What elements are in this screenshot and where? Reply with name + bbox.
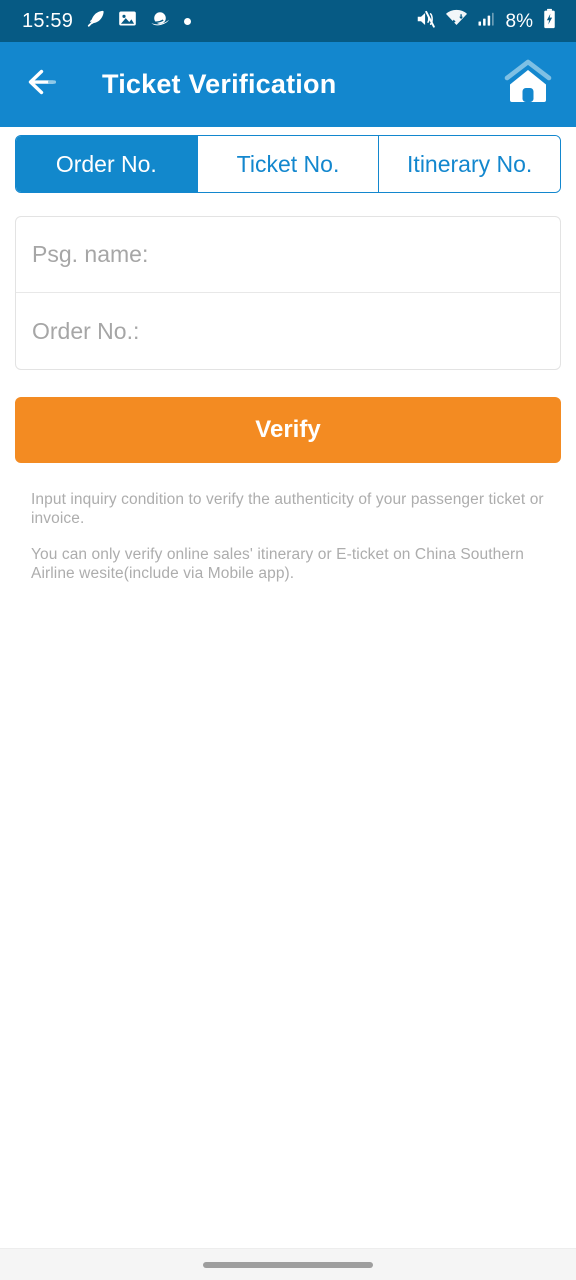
status-bar: 15:59 8%: [0, 0, 576, 42]
wifi-icon: [445, 7, 468, 35]
note-inquiry-condition: Input inquiry condition to verify the au…: [31, 491, 544, 527]
volume-mute-icon: [415, 8, 437, 35]
page-title: Ticket Verification: [102, 69, 337, 99]
back-button[interactable]: [26, 64, 68, 106]
planet-icon: [149, 8, 171, 35]
order-no-row[interactable]: [16, 293, 560, 369]
arrow-left-icon: [26, 66, 64, 103]
status-bar-left: 15:59: [22, 8, 192, 35]
feather-icon: [84, 8, 106, 35]
home-button[interactable]: [502, 59, 554, 111]
tab-ticket-no[interactable]: Ticket No.: [197, 136, 380, 192]
battery-percent-label: 8%: [505, 10, 533, 32]
battery-charging-icon: [541, 8, 558, 34]
dot-indicator-icon: [184, 17, 192, 25]
note-online-sales-only: You can only verify online sales' itiner…: [31, 546, 525, 582]
phone-screen: 15:59 8% Ticket Verification Order No. T…: [0, 0, 576, 1280]
tab-itinerary-no[interactable]: Itinerary No.: [379, 136, 560, 192]
gesture-pill-icon[interactable]: [203, 1261, 373, 1268]
order-no-input[interactable]: [32, 317, 544, 345]
passenger-name-input[interactable]: [32, 241, 544, 268]
system-nav-bar: [0, 1248, 576, 1280]
app-header: Ticket Verification: [0, 42, 576, 127]
verification-type-tabs: Order No. Ticket No. Itinerary No.: [15, 135, 561, 193]
verify-button[interactable]: Verify: [15, 397, 561, 463]
home-icon: [503, 59, 553, 110]
main-content: Order No. Ticket No. Itinerary No. Verif…: [0, 127, 576, 1248]
status-bar-right: 8%: [415, 7, 558, 35]
cellular-signal-icon: [476, 9, 496, 34]
tab-order-no[interactable]: Order No.: [16, 136, 198, 192]
notes-section: Input inquiry condition to verify the au…: [15, 491, 561, 583]
passenger-name-row[interactable]: [16, 217, 560, 293]
status-clock: 15:59: [22, 10, 74, 32]
photo-icon: [117, 8, 138, 34]
verification-form: [15, 216, 561, 370]
